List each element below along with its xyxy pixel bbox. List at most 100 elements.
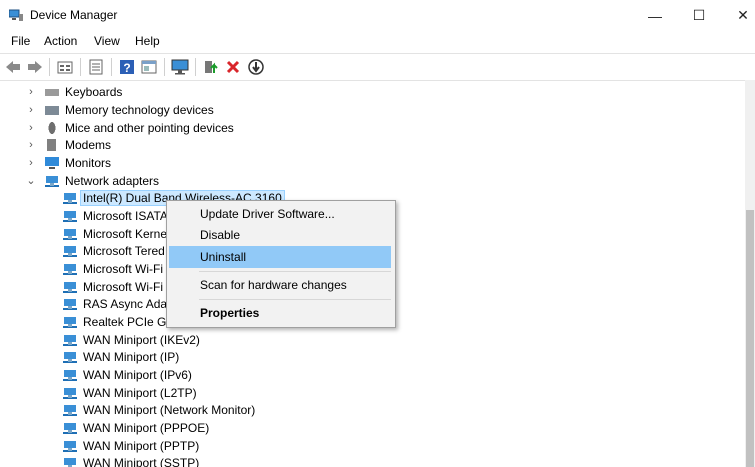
- tree-item-adapter[interactable]: WAN Miniport (Network Monitor): [62, 401, 255, 418]
- tree-item-adapter[interactable]: Microsoft Kerne: [62, 225, 167, 242]
- device-manager-icon: [9, 9, 23, 21]
- properties-icon[interactable]: [56, 58, 74, 76]
- menu-bar: File Action View Help: [0, 31, 755, 53]
- toolbar-separator: [195, 58, 196, 76]
- tree-item-adapter[interactable]: RAS Async Adap: [62, 295, 174, 312]
- menu-uninstall[interactable]: Uninstall: [169, 246, 391, 268]
- menu-file[interactable]: File: [11, 34, 30, 48]
- tree-item-adapter[interactable]: Microsoft Wi-Fi: [62, 278, 163, 295]
- menu-help[interactable]: Help: [135, 34, 160, 48]
- menu-disable[interactable]: Disable: [169, 224, 391, 246]
- tree-item-adapter[interactable]: WAN Miniport (PPPOE): [62, 419, 209, 436]
- tree-item-adapter[interactable]: Microsoft Tered: [62, 242, 165, 259]
- tree-item-label: WAN Miniport (IKEv2): [83, 332, 200, 347]
- tree-item-adapter[interactable]: Microsoft Wi-Fi: [62, 260, 163, 277]
- tree-item-label: Memory technology devices: [65, 102, 214, 117]
- network-adapter-icon: [62, 455, 78, 467]
- menu-view[interactable]: View: [94, 34, 120, 48]
- expand-chevron-icon[interactable]: ›: [24, 139, 38, 151]
- disable-icon[interactable]: [247, 58, 265, 76]
- memory-icon: [44, 102, 60, 117]
- tree-item-label: Mice and other pointing devices: [65, 120, 234, 135]
- expand-chevron-icon[interactable]: ›: [24, 122, 38, 134]
- scan-monitor-icon[interactable]: [171, 58, 189, 76]
- menu-properties[interactable]: Properties: [169, 302, 391, 324]
- show-hidden-icon[interactable]: [140, 58, 158, 76]
- tree-item-adapter[interactable]: WAN Miniport (SSTP): [62, 454, 199, 467]
- tree-item-adapter[interactable]: WAN Miniport (IP): [62, 348, 179, 365]
- tree-item-adapter[interactable]: Realtek PCIe GB: [62, 313, 174, 330]
- tree-item-label: Microsoft ISATA: [83, 208, 168, 223]
- scrollbar-thumb[interactable]: [746, 210, 754, 467]
- network-adapter-icon: [62, 332, 78, 347]
- tree-item-label: Modems: [65, 137, 112, 152]
- expand-chevron-icon[interactable]: ›: [24, 86, 38, 98]
- network-adapter-icon: [62, 226, 78, 241]
- toolbar-separator: [111, 58, 112, 76]
- tree-item-label: Monitors: [65, 155, 112, 170]
- update-driver-icon[interactable]: [202, 58, 220, 76]
- tree-item-label: WAN Miniport (SSTP): [83, 455, 200, 467]
- network-adapter-icon: [62, 349, 78, 364]
- network-adapter-icon: [62, 261, 78, 276]
- mouse-icon: [44, 120, 60, 135]
- network-adapter-icon: [62, 438, 78, 453]
- tree-item-adapter[interactable]: WAN Miniport (L2TP): [62, 384, 197, 401]
- tree-item-label: WAN Miniport (Network Monitor): [83, 402, 256, 417]
- tree-item-label: Realtek PCIe GB: [83, 314, 175, 329]
- toolbar-separator: [164, 58, 165, 76]
- network-adapter-icon: [62, 367, 78, 382]
- tree-item-modems[interactable]: › Modems: [24, 136, 111, 153]
- network-adapter-icon: [62, 296, 78, 311]
- toolbar-separator: [80, 58, 81, 76]
- menu-scan-hardware-changes[interactable]: Scan for hardware changes: [169, 274, 391, 296]
- network-adapter-icon: [62, 190, 78, 205]
- tree-item-adapter[interactable]: Microsoft ISATA: [62, 207, 168, 224]
- tree-item-label: WAN Miniport (IPv6): [83, 367, 192, 382]
- tree-item-network-adapters[interactable]: ⌄ Network adapters: [24, 172, 159, 189]
- forward-arrow-icon[interactable]: [26, 58, 44, 76]
- tree-item-label: Network adapters: [65, 173, 160, 188]
- tree-item-adapter[interactable]: WAN Miniport (IPv6): [62, 366, 192, 383]
- modem-icon: [44, 137, 60, 152]
- tree-item-memory[interactable]: › Memory technology devices: [24, 101, 214, 118]
- expand-chevron-icon[interactable]: ›: [24, 157, 38, 169]
- monitor-icon: [44, 155, 60, 170]
- tree-item-label: WAN Miniport (IP): [83, 349, 180, 364]
- tree-item-keyboards[interactable]: › Keyboards: [24, 83, 122, 100]
- help-icon[interactable]: ?: [118, 58, 136, 76]
- expand-chevron-icon[interactable]: ›: [24, 104, 38, 116]
- toolbar-separator: [49, 58, 50, 76]
- svg-text:?: ?: [123, 61, 130, 75]
- menu-separator: [199, 299, 391, 300]
- tree-item-label: RAS Async Adap: [83, 296, 174, 311]
- tree-item-label: Microsoft Tered: [83, 243, 165, 258]
- maximize-button[interactable]: ☐: [676, 0, 722, 31]
- network-adapter-icon: [62, 208, 78, 223]
- network-adapter-icon: [62, 420, 78, 435]
- menu-action[interactable]: Action: [44, 34, 77, 48]
- tree-item-label: WAN Miniport (L2TP): [83, 385, 197, 400]
- view-list-icon[interactable]: [87, 58, 105, 76]
- tree-item-label: WAN Miniport (PPPOE): [83, 420, 210, 435]
- tree-item-monitors[interactable]: › Monitors: [24, 154, 111, 171]
- menu-update-driver-software[interactable]: Update Driver Software...: [169, 203, 391, 225]
- tree-item-adapter[interactable]: WAN Miniport (PPTP): [62, 437, 199, 454]
- network-adapter-icon: [62, 314, 78, 329]
- tree-item-mice[interactable]: › Mice and other pointing devices: [24, 119, 234, 136]
- uninstall-icon[interactable]: [224, 58, 242, 76]
- keyboard-icon: [44, 84, 60, 99]
- back-arrow-icon[interactable]: [4, 58, 22, 76]
- tree-item-adapter[interactable]: WAN Miniport (IKEv2): [62, 331, 200, 348]
- network-adapter-icon: [62, 385, 78, 400]
- collapse-chevron-icon[interactable]: ⌄: [24, 174, 38, 187]
- network-adapter-icon: [62, 279, 78, 294]
- tree-item-label: Microsoft Wi-Fi: [83, 279, 163, 294]
- network-adapter-icon: [44, 173, 60, 188]
- title-bar: Device Manager — ☐ ✕: [0, 0, 755, 31]
- window-title: Device Manager: [30, 8, 118, 22]
- minimize-button[interactable]: —: [632, 0, 678, 31]
- menu-separator: [199, 271, 391, 272]
- network-adapter-icon: [62, 402, 78, 417]
- close-button[interactable]: ✕: [720, 0, 755, 31]
